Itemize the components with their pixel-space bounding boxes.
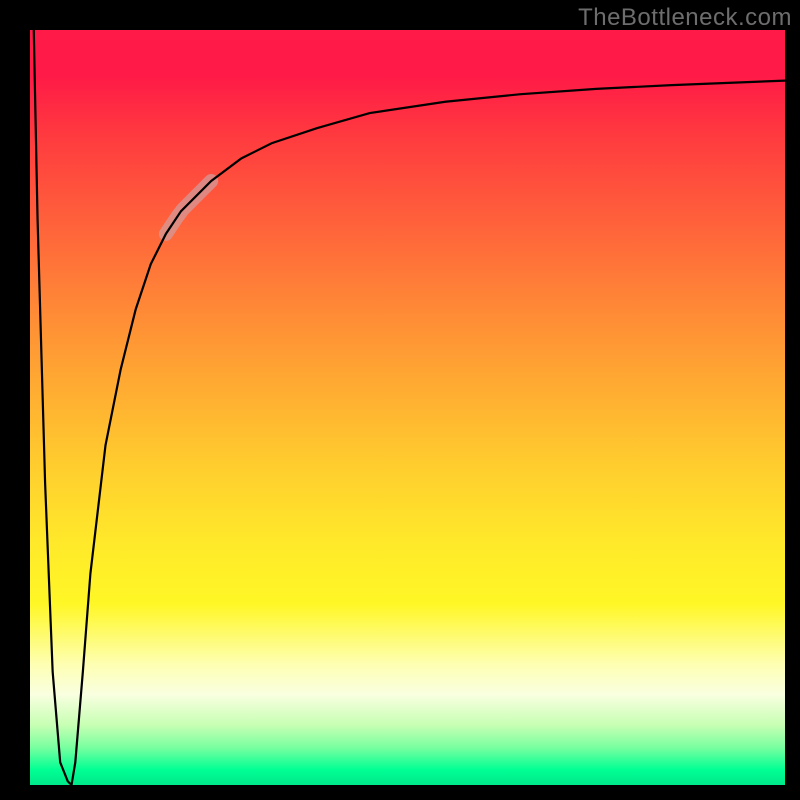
plot-area bbox=[30, 30, 785, 785]
curve-svg bbox=[30, 30, 785, 785]
bottleneck-curve bbox=[34, 30, 785, 785]
chart-frame: TheBottleneck.com bbox=[0, 0, 800, 800]
watermark-text: TheBottleneck.com bbox=[578, 4, 792, 32]
